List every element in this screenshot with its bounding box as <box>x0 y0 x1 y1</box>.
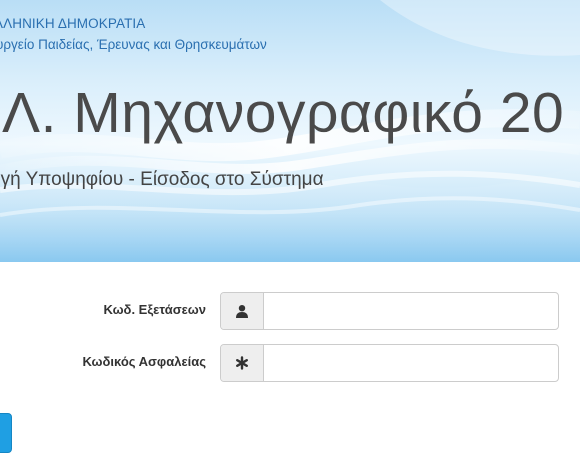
login-button[interactable] <box>0 413 12 453</box>
security-code-input-group <box>220 344 559 382</box>
security-code-row: Κωδικός Ασφαλείας <box>0 344 580 382</box>
asterisk-icon <box>221 345 264 381</box>
security-code-input[interactable] <box>264 345 554 379</box>
exam-code-input[interactable] <box>264 293 554 327</box>
page-title: Λ. Μηχανογραφικό 20 <box>2 81 565 145</box>
exam-code-input-group <box>220 292 559 330</box>
exam-code-row: Κωδ. Εξετάσεων <box>0 292 580 330</box>
exam-code-label: Κωδ. Εξετάσεων <box>103 302 206 317</box>
ministry-name: υργείο Παιδείας, Έρευνας και Θρησκευμάτω… <box>0 37 267 52</box>
header-banner: ΛΛΗΝΙΚΗ ΔΗΜΟΚΡΑΤΙΑ υργείο Παιδείας, Έρευ… <box>0 0 580 262</box>
user-icon <box>221 293 264 329</box>
page-subtitle: ογή Υποψηφίου - Είσοδος στο Σύστημα <box>0 169 324 190</box>
security-code-label: Κωδικός Ασφαλείας <box>82 354 206 369</box>
government-name: ΛΛΗΝΙΚΗ ΔΗΜΟΚΡΑΤΙΑ <box>0 16 146 31</box>
